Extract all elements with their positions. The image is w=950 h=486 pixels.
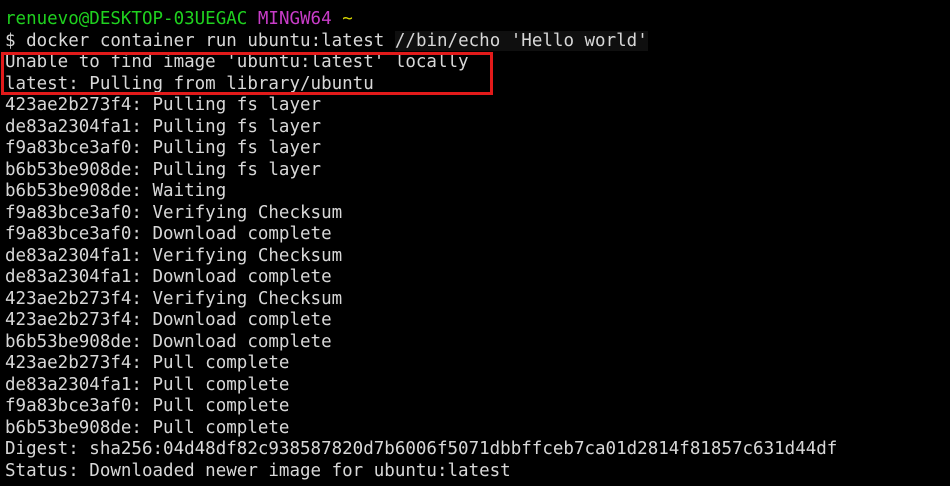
- output-line: 423ae2b273f4: Verifying Checksum: [5, 288, 343, 309]
- prompt-system: MINGW64: [257, 9, 332, 29]
- output-line: 423ae2b273f4: Pulling fs layer: [5, 95, 322, 115]
- command-args: //bin/echo 'Hello world': [394, 30, 648, 51]
- output-line: b6b53be908de: Pulling fs layer: [5, 159, 322, 180]
- prompt-user-host: renuevo@DESKTOP-03UEGAC: [5, 9, 248, 29]
- output-line: latest: Pulling from library/ubuntu: [5, 73, 374, 94]
- output-line: 423ae2b273f4: Download complete: [5, 310, 332, 330]
- output-line: f9a83bce3af0: Pull complete: [5, 396, 290, 416]
- command-text: docker container run ubuntu:latest: [26, 30, 385, 51]
- prompt-line: renuevo@DESKTOP-03UEGAC MINGW64 ~: [0, 9, 950, 31]
- command-line: $ docker container run ubuntu:latest //b…: [0, 30, 950, 53]
- digest-line: Digest: sha256:04d48df82c938587820d7b600…: [5, 439, 838, 459]
- output-line: Unable to find image 'ubuntu:latest' loc…: [5, 52, 469, 72]
- output-line: b6b53be908de: Waiting: [5, 181, 227, 201]
- output-line: f9a83bce3af0: Verifying Checksum: [5, 202, 343, 223]
- output-line: b6b53be908de: Download complete: [5, 331, 332, 352]
- prompt-symbol: $: [5, 30, 16, 51]
- status-line: Status: Downloaded newer image for ubunt…: [5, 460, 511, 481]
- output-line: b6b53be908de: Pull complete: [5, 417, 290, 438]
- output-line: f9a83bce3af0: Pulling fs layer: [5, 138, 322, 158]
- prompt-path: ~: [342, 9, 353, 29]
- output-line: de83a2304fa1: Pulling fs layer: [5, 116, 322, 137]
- output-line: de83a2304fa1: Verifying Checksum: [5, 245, 343, 266]
- terminal-window[interactable]: renuevo@DESKTOP-03UEGAC MINGW64 ~ $ dock…: [0, 0, 950, 486]
- output-line: 423ae2b273f4: Pull complete: [5, 353, 290, 373]
- output-line: de83a2304fa1: Pull complete: [5, 374, 290, 395]
- output-line: de83a2304fa1: Download complete: [5, 267, 332, 287]
- output-line: f9a83bce3af0: Download complete: [5, 224, 332, 244]
